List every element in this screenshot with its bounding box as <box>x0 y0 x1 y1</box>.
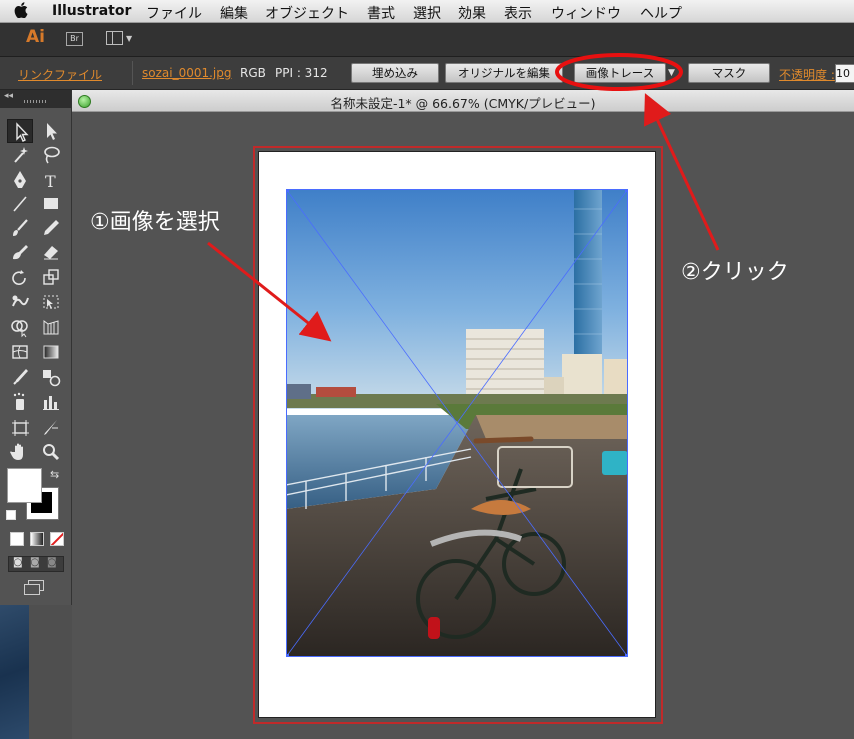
draw-modes-group: ◙ ◙ ◙ <box>8 556 64 572</box>
illustrator-logo: Ai <box>26 27 45 47</box>
application-bar: Ai Br ▼ <box>0 23 854 57</box>
mesh-tool[interactable] <box>7 340 33 364</box>
none-mode-button[interactable] <box>50 532 64 546</box>
default-fill-stroke-icon[interactable] <box>6 510 16 520</box>
menu-type[interactable]: 書式 <box>367 3 395 23</box>
gradient-tool[interactable] <box>38 340 64 364</box>
app-menu-illustrator[interactable]: Illustrator <box>52 3 131 19</box>
artboard-frame <box>253 146 663 724</box>
draw-normal-icon[interactable]: ◙ <box>13 557 23 568</box>
color-mode-button[interactable] <box>10 532 24 546</box>
screen-mode-icon[interactable] <box>24 580 44 595</box>
eraser-tool[interactable] <box>38 240 64 264</box>
menu-object[interactable]: オブジェクト <box>265 3 349 23</box>
arrange-documents-icon[interactable] <box>106 31 123 45</box>
edit-original-button[interactable]: オリジナルを編集 <box>445 63 563 83</box>
symbol-sprayer-tool[interactable] <box>7 390 33 414</box>
menu-edit[interactable]: 編集 <box>220 3 248 23</box>
opacity-input[interactable]: 10 <box>835 64 854 83</box>
lasso-tool[interactable] <box>38 143 64 167</box>
svg-text:T: T <box>45 172 56 191</box>
step1-annotation: ①画像を選択 <box>90 210 220 235</box>
column-graph-tool[interactable] <box>38 390 64 414</box>
warp-tool[interactable] <box>7 290 33 314</box>
mask-button[interactable]: マスク <box>688 63 770 83</box>
eyedropper-tool[interactable] <box>7 365 33 389</box>
embed-button[interactable]: 埋め込み <box>351 63 439 83</box>
collapse-panel-icon[interactable]: ◂◂ <box>4 91 13 101</box>
blob-brush-tool[interactable] <box>7 240 33 264</box>
opacity-label[interactable]: 不透明度 : <box>779 66 835 83</box>
color-mode-label: RGB <box>240 66 266 80</box>
menu-bar: Illustrator ファイル 編集 オブジェクト 書式 選択 効果 表示 ウ… <box>0 0 854 23</box>
document-title: 名称未設定-1* @ 66.67% (CMYK/プレビュー) <box>330 96 596 111</box>
linked-file-link[interactable]: リンクファイル <box>18 66 102 83</box>
scale-tool[interactable] <box>38 266 64 290</box>
paintbrush-tool[interactable] <box>7 216 33 240</box>
artboard[interactable] <box>258 151 656 718</box>
tools-panel-header[interactable]: ◂◂ <box>0 90 71 108</box>
hand-tool[interactable] <box>7 440 33 464</box>
zoom-tool[interactable] <box>38 440 64 464</box>
rectangle-tool[interactable] <box>38 192 64 216</box>
image-trace-button[interactable]: 画像トレース <box>574 63 666 83</box>
trace-preset-dropdown-icon[interactable]: ▼ <box>668 68 675 78</box>
draw-inside-icon[interactable]: ◙ <box>47 557 57 568</box>
menu-effect[interactable]: 効果 <box>458 3 486 23</box>
blend-tool[interactable] <box>38 365 64 389</box>
shape-builder-tool[interactable] <box>7 315 33 339</box>
perspective-grid-tool[interactable] <box>38 315 64 339</box>
line-tool[interactable] <box>7 192 33 216</box>
menu-help[interactable]: ヘルプ <box>640 3 682 23</box>
divider <box>132 61 133 85</box>
artboard-tool[interactable] <box>7 416 33 440</box>
document-window: 名称未設定-1* @ 66.67% (CMYK/プレビュー) <box>72 90 854 739</box>
swap-fill-stroke-icon[interactable]: ⇆ <box>50 468 59 481</box>
tools-panel: ◂◂ T ⇆ ◙ ◙ ◙ <box>0 90 72 605</box>
control-bar: リンクファイル sozai_0001.jpg RGB PPI : 312 埋め込… <box>0 57 854 90</box>
desktop-background <box>0 605 29 739</box>
apple-icon[interactable] <box>14 2 28 18</box>
draw-behind-icon[interactable]: ◙ <box>30 557 40 568</box>
chevron-down-icon[interactable]: ▼ <box>126 34 132 43</box>
menu-view[interactable]: 表示 <box>504 3 532 23</box>
menu-window[interactable]: ウィンドウ <box>551 3 621 23</box>
photo-artwork <box>286 189 628 657</box>
direct-selection-tool[interactable] <box>38 119 64 143</box>
filename-link[interactable]: sozai_0001.jpg <box>142 66 232 80</box>
slice-tool[interactable] <box>38 416 64 440</box>
gradient-mode-button[interactable] <box>30 532 44 546</box>
menu-file[interactable]: ファイル <box>146 3 202 23</box>
step2-annotation: ②クリック <box>681 260 789 285</box>
menu-select[interactable]: 選択 <box>413 3 441 23</box>
ppi-label: PPI : 312 <box>275 66 328 80</box>
free-transform-tool[interactable] <box>38 290 64 314</box>
pencil-tool[interactable] <box>38 216 64 240</box>
magic-wand-tool[interactable] <box>7 143 33 167</box>
type-tool[interactable]: T <box>38 168 64 192</box>
panel-grip[interactable] <box>24 100 46 103</box>
document-title-bar[interactable]: 名称未設定-1* @ 66.67% (CMYK/プレビュー) <box>72 90 854 112</box>
pen-tool[interactable] <box>7 168 33 192</box>
bridge-button[interactable]: Br <box>66 32 83 46</box>
fill-swatch[interactable] <box>7 468 42 503</box>
rotate-tool[interactable] <box>7 266 33 290</box>
selection-tool[interactable] <box>7 119 33 143</box>
placed-image[interactable] <box>286 189 628 657</box>
